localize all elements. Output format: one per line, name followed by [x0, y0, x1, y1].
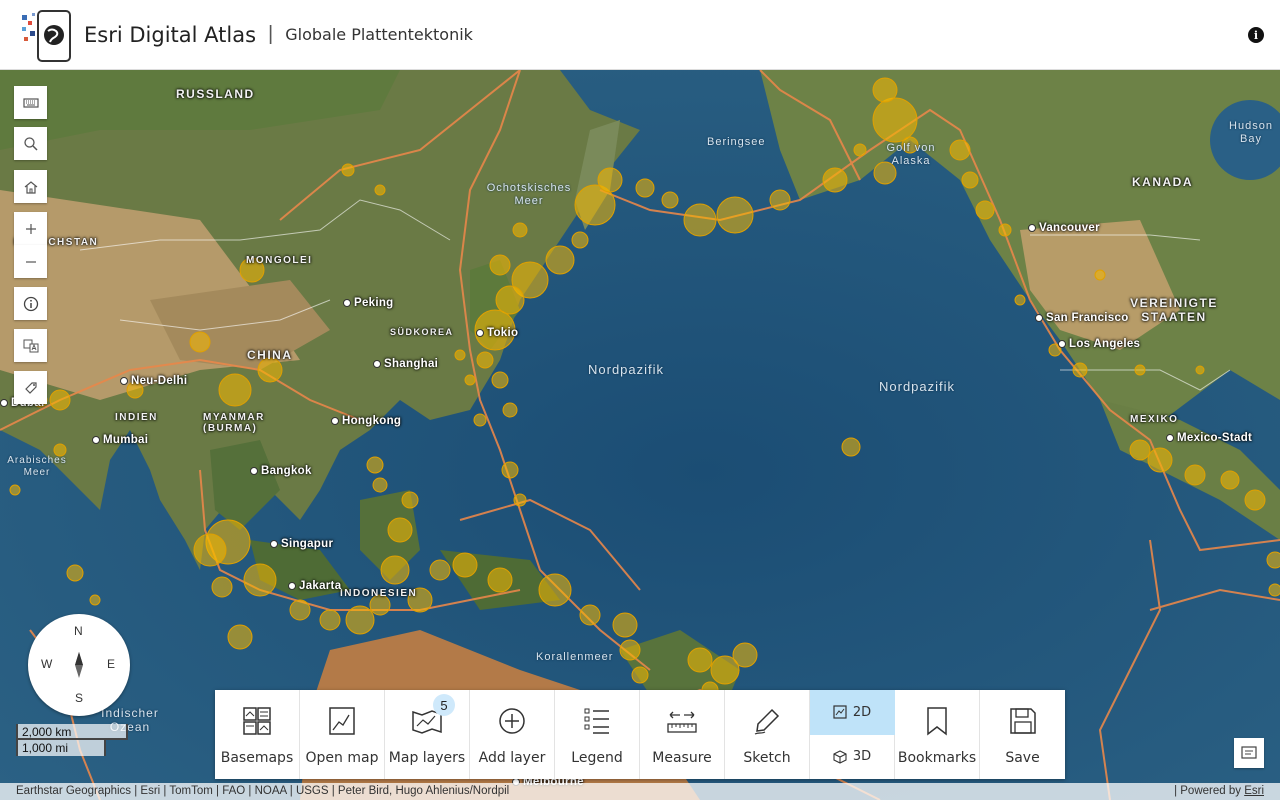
- translate-icon[interactable]: [14, 329, 47, 362]
- map-label-myanmar: MYANMAR (BURMA): [203, 412, 265, 434]
- map-label-russland: RUSSLAND: [176, 87, 255, 101]
- view-3d-button[interactable]: 3D: [810, 735, 895, 780]
- basemaps-label: Basemaps: [220, 750, 294, 766]
- info-circle-icon[interactable]: [14, 287, 47, 320]
- bookmarks-label: Bookmarks: [897, 750, 977, 766]
- powered-by: | Powered by Esri: [1174, 783, 1264, 800]
- zoom-in-icon[interactable]: [14, 212, 47, 245]
- app-title: Esri Digital Atlas: [84, 22, 257, 47]
- map-label-peking: Peking: [343, 297, 394, 309]
- map-label-jakarta: Jakarta: [288, 580, 341, 592]
- map-layers-label: Map layers: [388, 750, 466, 766]
- map-label-indien: INDIEN: [115, 412, 158, 423]
- map-label-singapur: Singapur: [270, 538, 333, 550]
- map-label-tokio: Tokio: [476, 327, 518, 339]
- add-circle-icon: [495, 704, 529, 738]
- esri-digital-atlas-logo: [18, 7, 74, 63]
- bookmarks-button[interactable]: Bookmarks: [895, 690, 980, 779]
- compass-needle-icon: [75, 652, 83, 678]
- measure-label: Measure: [652, 750, 712, 766]
- sketch-button[interactable]: Sketch: [725, 690, 810, 779]
- map-label-indonesien: INDONESIEN: [340, 588, 418, 599]
- map-label-beringsee: Beringsee: [707, 136, 766, 148]
- add-layer-label: Add layer: [478, 750, 546, 766]
- measure-button[interactable]: Measure: [640, 690, 725, 779]
- attribution-text: Earthstar Geographics | Esri | TomTom | …: [16, 785, 510, 797]
- map-label-nordpazifik-east: Nordpazifik: [879, 379, 956, 394]
- open-map-button[interactable]: Open map: [300, 690, 385, 779]
- add-layer-button[interactable]: Add layer: [470, 690, 555, 779]
- map-label-shanghai: Shanghai: [373, 358, 438, 370]
- zoom-out-icon[interactable]: [14, 245, 47, 278]
- open-map-icon: [325, 704, 359, 738]
- save-floppy-icon: [1006, 704, 1040, 738]
- map-label-bangkok: Bangkok: [250, 465, 312, 477]
- map-label-vereinigte-staaten: VEREINIGTE STAATEN: [1130, 296, 1218, 324]
- map-label-ochotskisches-meer: Ochotskisches Meer: [486, 182, 572, 207]
- feedback-icon[interactable]: [1234, 738, 1264, 768]
- search-icon[interactable]: [14, 127, 47, 160]
- map-layers-button[interactable]: 5 Map layers: [385, 690, 470, 779]
- map-label-san-francisco: San Francisco: [1035, 312, 1129, 324]
- map-label-mexiko: MEXIKO: [1130, 414, 1179, 425]
- scale-bar-km: 2,000 km: [16, 724, 128, 740]
- basemaps-button[interactable]: Basemaps: [215, 690, 300, 779]
- map-label-china: CHINA: [247, 348, 293, 362]
- title-separator: |: [268, 23, 274, 45]
- map-2d-icon: [833, 705, 847, 719]
- basemaps-icon: [240, 704, 274, 738]
- sketch-pencil-icon: [750, 704, 784, 738]
- legend-label: Legend: [571, 750, 623, 766]
- view-2d-button[interactable]: 2D: [809, 690, 895, 735]
- map-label-kanada: KANADA: [1132, 175, 1193, 189]
- map-label-neu-delhi: Neu-Delhi: [120, 375, 187, 387]
- map-label-mongolei: MONGOLEI: [246, 255, 313, 266]
- view-mode-toggle: 2D 3D: [809, 690, 895, 780]
- cube-3d-icon: [833, 750, 847, 764]
- map-label-mumbai: Mumbai: [92, 434, 148, 446]
- map-label-hudson-bay: Hudson Bay: [1229, 120, 1273, 145]
- map-label-mexiko-stadt: Mexico-Stadt: [1166, 432, 1252, 444]
- keyboard-icon[interactable]: [14, 86, 47, 119]
- measure-ruler-icon: [665, 704, 699, 738]
- save-label: Save: [1005, 750, 1040, 766]
- bottom-toolbar: Basemaps Open map 5 Map layers Add layer…: [215, 690, 1065, 779]
- scale-bar-mi: 1,000 mi: [16, 740, 106, 756]
- map-attribution: Earthstar Geographics | Esri | TomTom | …: [0, 783, 1280, 800]
- map-label-hongkong: Hongkong: [331, 415, 401, 427]
- map-label-vancouver: Vancouver: [1028, 222, 1100, 234]
- sketch-label: Sketch: [743, 750, 791, 766]
- map-layers-badge: 5: [433, 694, 455, 716]
- map-label-suedkorea: SÜDKOREA: [390, 327, 454, 337]
- scale-bar: 2,000 km 1,000 mi: [16, 724, 128, 756]
- map-label-korallenmeer: Korallenmeer: [536, 651, 614, 663]
- home-icon[interactable]: [14, 170, 47, 203]
- save-button[interactable]: Save: [980, 690, 1065, 779]
- legend-icon: [580, 704, 614, 738]
- powered-by-prefix: | Powered by: [1174, 785, 1245, 797]
- esri-link[interactable]: Esri: [1244, 785, 1264, 797]
- app-header: Esri Digital Atlas | Globale Plattentekt…: [0, 0, 1280, 70]
- map-label-golf-von-alaska: Golf von Alaska: [886, 142, 936, 167]
- view-3d-label: 3D: [852, 749, 872, 765]
- view-2d-label: 2D: [852, 704, 872, 720]
- bookmark-icon: [920, 704, 954, 738]
- tag-icon[interactable]: [14, 371, 47, 404]
- open-map-label: Open map: [305, 750, 379, 766]
- compass[interactable]: N S E W: [28, 614, 130, 716]
- info-icon[interactable]: i: [1248, 27, 1264, 43]
- app-subtitle: Globale Plattentektonik: [285, 25, 473, 44]
- map-label-los-angeles: Los Angeles: [1058, 338, 1140, 350]
- map-label-arabisches-meer: Arabisches Meer: [7, 455, 67, 478]
- map-label-nordpazifik-west: Nordpazifik: [588, 362, 665, 377]
- legend-button[interactable]: Legend: [555, 690, 640, 779]
